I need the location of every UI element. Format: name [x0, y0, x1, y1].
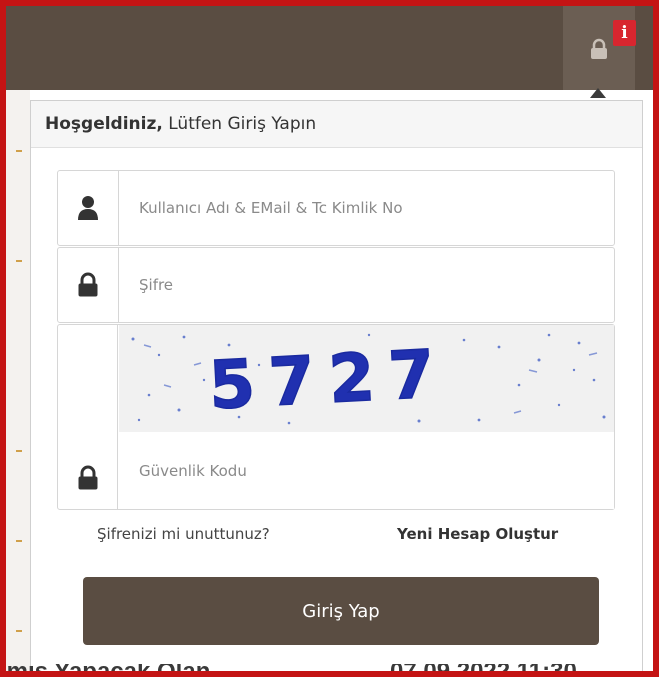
- password-lock-icon: [58, 248, 119, 322]
- greeting-text: Lütfen Giriş Yapın: [162, 114, 317, 134]
- dropdown-caret: [590, 88, 606, 98]
- login-dropdown: Hoşgeldiniz, Lütfen Giriş Yapın Kullanıc…: [30, 100, 643, 671]
- background-left-text: ımış Yapacak Olan: [6, 664, 210, 671]
- forgot-password-link[interactable]: Şifrenizi mi unuttunuz?: [97, 525, 270, 543]
- greeting-bold: Hoşgeldiniz,: [45, 114, 163, 134]
- username-field-group: [57, 170, 615, 246]
- security-lock-icon: [58, 325, 118, 509]
- screenshot-frame: i Hoşgeldiniz, Lütfen Giriş Yapın Kullan…: [0, 0, 659, 677]
- captcha-image: 5727: [119, 325, 614, 433]
- create-account-link[interactable]: Yeni Hesap Oluştur: [397, 525, 558, 543]
- background-page-edge: [6, 90, 30, 671]
- background-right-text: 07.09.2022 11:30: [390, 664, 577, 671]
- security-code-input[interactable]: [119, 432, 614, 509]
- panel-heading: Hoşgeldiniz, Lütfen Giriş Yapın: [31, 101, 642, 148]
- captcha-code: 5727: [207, 335, 450, 424]
- password-input[interactable]: [119, 248, 614, 322]
- background-table-row: ımış Yapacak Olan 07.09.2022 11:30: [6, 664, 653, 671]
- lock-icon: [588, 38, 610, 64]
- username-input[interactable]: [119, 171, 614, 245]
- login-toggle[interactable]: [563, 6, 635, 90]
- login-button[interactable]: Giriş Yap: [83, 577, 599, 645]
- password-field-group: [57, 247, 615, 323]
- captcha-field-group: 5727: [57, 324, 615, 510]
- user-icon: [58, 171, 119, 245]
- info-badge[interactable]: i: [613, 20, 636, 46]
- account-links: Şifrenizi mi unuttunuz? Yeni Hesap Oluşt…: [31, 521, 642, 551]
- top-navbar: i: [6, 6, 653, 90]
